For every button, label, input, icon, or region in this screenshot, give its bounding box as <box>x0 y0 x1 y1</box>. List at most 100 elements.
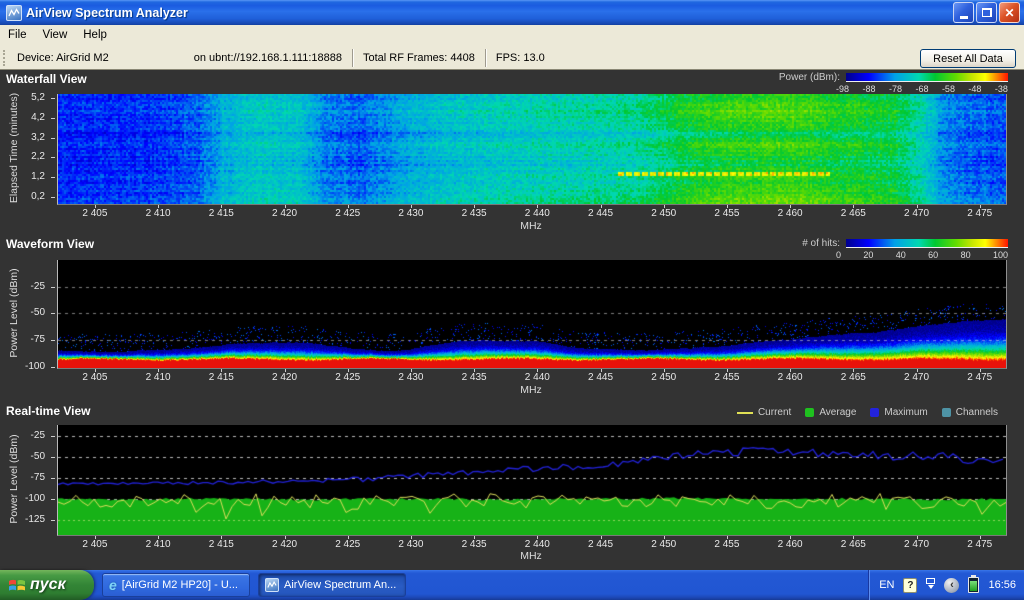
colorbar-tick: -88 <box>862 84 875 94</box>
y-tick: 4,2 <box>31 112 45 123</box>
menu-help[interactable]: Help <box>75 25 115 46</box>
close-button[interactable]: ✕ <box>999 2 1020 23</box>
x-tick: 2 405 <box>71 539 119 550</box>
x-tick: 2 440 <box>513 539 561 550</box>
colorbar-tick: -68 <box>915 84 928 94</box>
legend-item-channels: Channels <box>942 407 998 418</box>
waterfall-xticks: 2 4052 4102 4152 4202 4252 4302 4352 440… <box>57 205 1005 220</box>
x-tick: 2 440 <box>513 208 561 219</box>
x-tick: 2 465 <box>829 539 877 550</box>
start-label: пуск <box>30 576 66 594</box>
waterfall-plot[interactable] <box>57 94 1007 205</box>
device-statusbar: Device: AirGrid M2 on ubnt://192.168.1.1… <box>0 46 1024 70</box>
y-tick: 0,2 <box>31 191 45 202</box>
y-tick: -25 <box>31 430 45 441</box>
x-tick: 2 425 <box>324 208 372 219</box>
x-tick: 2 410 <box>134 372 182 383</box>
menu-file[interactable]: File <box>0 25 35 46</box>
x-tick: 2 465 <box>829 208 877 219</box>
x-tick: 2 430 <box>387 539 435 550</box>
x-tick: 2 440 <box>513 372 561 383</box>
windows-flag-icon <box>8 577 26 593</box>
x-tick: 2 455 <box>703 208 751 219</box>
x-tick: 2 435 <box>450 372 498 383</box>
x-tick: 2 420 <box>261 208 309 219</box>
y-tick-mark <box>51 478 55 479</box>
legend-swatch <box>942 408 951 417</box>
x-tick: 2 435 <box>450 208 498 219</box>
frames-segment: Total RF Frames: 4408 <box>353 49 486 67</box>
y-tick-mark <box>51 138 55 139</box>
restore-button[interactable] <box>976 2 997 23</box>
x-tick: 2 450 <box>640 539 688 550</box>
x-tick: 2 415 <box>197 372 245 383</box>
x-tick: 2 475 <box>956 539 1004 550</box>
help-tray-icon[interactable]: ? <box>903 578 917 593</box>
x-tick: 2 415 <box>197 539 245 550</box>
x-tick: 2 420 <box>261 539 309 550</box>
x-tick: 2 475 <box>956 208 1004 219</box>
legend-swatch <box>805 408 814 417</box>
realtime-xticks: 2 405 2 410 2 415 2 420 2 425 2 430 2 435 2 440… <box>57 536 1005 551</box>
menu-view[interactable]: View <box>35 25 76 46</box>
y-tick-mark <box>51 313 55 314</box>
x-tick: 2 450 <box>640 372 688 383</box>
x-tick: 2 450 <box>640 208 688 219</box>
legend-item-maximum: Maximum <box>870 407 927 418</box>
x-tick: 2 430 <box>387 372 435 383</box>
minimize-icon <box>960 16 968 19</box>
x-tick: 2 435 <box>450 539 498 550</box>
tray-app-icon[interactable]: ‹ <box>944 578 959 593</box>
legend-label: Current <box>758 407 791 418</box>
legend-swatch <box>870 408 879 417</box>
y-tick: 3,2 <box>31 132 45 143</box>
reset-all-data-button[interactable]: Reset All Data <box>920 49 1016 68</box>
colorbar-tick: 20 <box>863 250 873 260</box>
restore-icon <box>982 8 992 17</box>
start-button[interactable]: пуск <box>0 570 94 600</box>
x-tick: 2 460 <box>766 372 814 383</box>
hits-colorbar-gradient <box>846 239 1008 248</box>
x-tick: 2 425 <box>324 372 372 383</box>
internet-explorer-icon: e <box>109 577 117 593</box>
frames-label: Total RF Frames: 4408 <box>363 52 475 64</box>
x-tick: 2 405 <box>71 372 119 383</box>
y-tick: 5,2 <box>31 92 45 103</box>
menubar: File View Help <box>0 25 1024 46</box>
minimize-button[interactable] <box>953 2 974 23</box>
fps-segment: FPS: 13.0 <box>486 49 555 67</box>
y-tick-mark <box>51 197 55 198</box>
taskbar-item-airview[interactable]: AirView Spectrum An... <box>258 573 406 597</box>
realtime-plot[interactable] <box>57 425 1007 536</box>
y-tick-mark <box>51 118 55 119</box>
x-tick: 2 415 <box>197 208 245 219</box>
x-tick: 2 460 <box>766 539 814 550</box>
x-tick: 2 425 <box>324 539 372 550</box>
waveform-plot[interactable] <box>57 260 1007 369</box>
power-colorbar-label: Power (dBm): <box>779 72 840 83</box>
taskbar-item-airgrid[interactable]: e [AirGrid M2 HP20] - U... <box>102 573 250 597</box>
x-tick: 2 475 <box>956 372 1004 383</box>
fps-label: FPS: 13.0 <box>496 52 545 64</box>
y-tick-mark <box>51 520 55 521</box>
clock: 16:56 <box>988 579 1016 591</box>
y-tick-mark <box>51 457 55 458</box>
language-indicator[interactable]: EN <box>879 579 894 591</box>
x-tick: 2 455 <box>703 372 751 383</box>
battery-icon[interactable] <box>968 577 979 593</box>
y-tick-mark <box>51 367 55 368</box>
colorbar-tick: -48 <box>968 84 981 94</box>
x-tick: 2 405 <box>71 208 119 219</box>
colorbar-tick: 80 <box>961 250 971 260</box>
colorbar-tick: -38 <box>995 84 1008 94</box>
colorbar-tick: -58 <box>942 84 955 94</box>
y-tick: -100 <box>25 361 45 372</box>
hidden-icons-chevron[interactable] <box>926 578 935 592</box>
waveform-xlabel: MHz <box>57 384 1005 396</box>
realtime-xlabel: MHz <box>57 550 1005 562</box>
realtime-yticks: -25-50-75-100-125 <box>0 425 56 535</box>
x-tick: 2 410 <box>134 539 182 550</box>
x-tick: 2 470 <box>893 208 941 219</box>
y-tick: -75 <box>31 472 45 483</box>
power-colorbar-gradient <box>846 73 1008 82</box>
